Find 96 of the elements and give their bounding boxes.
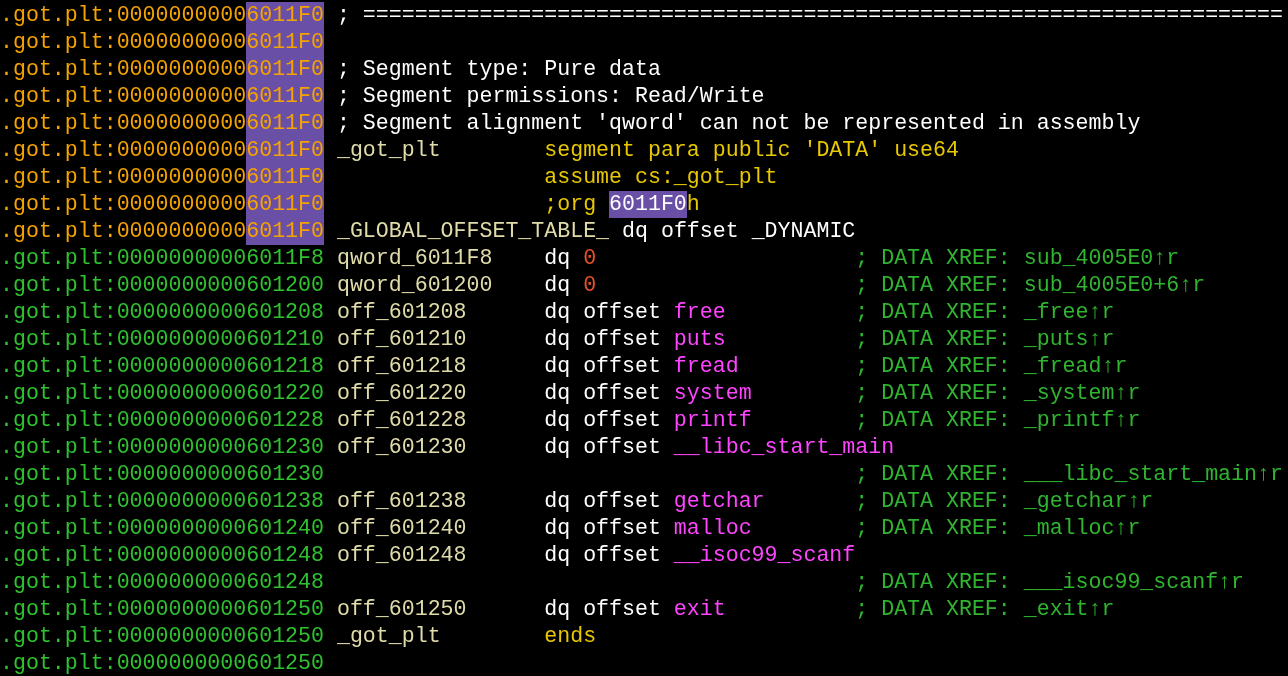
keyword-text: dq offset [544,380,662,407]
keyword-text: dq offset [544,299,662,326]
comment-text: ; DATA XREF: _getchar↑r [855,488,1154,515]
comment-text: ; DATA XREF: _exit↑r [855,596,1115,623]
directive-text: assume cs:_got_plt [544,164,778,191]
search-highlight: 6011F0 [246,56,324,83]
label-text: off_601240 [336,515,468,542]
comment-text: ; DATA XREF: _printf↑r [855,407,1141,434]
comment-text: ; DATA XREF: _system↑r [855,380,1141,407]
address-text: .got.plt:0000000000 [0,56,247,83]
label-text: off_601208 [336,299,468,326]
label-text: _GLOBAL_OFFSET_TABLE_ [336,218,611,245]
address-text: .got.plt:0000000000 [0,137,247,164]
import-name: exit [673,596,726,623]
comment-text: ; DATA XREF: _fread↑r [855,353,1128,380]
address-text: .got.plt:0000000000601220 [0,380,324,407]
search-highlight: 6011F0 [246,110,324,137]
number-text: 0 [583,272,597,299]
keyword-text: dq offset [544,434,662,461]
search-highlight: 6011F0 [246,83,324,110]
import-name: system [673,380,752,407]
search-highlight: 6011F0 [246,218,324,245]
keyword-text: dq offset [544,407,662,434]
address-text: .got.plt:0000000000 [0,218,247,245]
comment-text: ; Segment type: Pure data [336,56,661,83]
label-text: off_601228 [336,407,468,434]
keyword-text: dq offset [544,353,662,380]
directive-text: h [686,191,700,218]
search-highlight: 6011F0 [246,164,324,191]
address-text: .got.plt:0000000000 [0,191,247,218]
import-name: malloc [673,515,752,542]
comment-text: ; Segment alignment 'qword' can not be represented in assembly [336,110,1141,137]
import-name: __isoc99_scanf [673,542,856,569]
import-name: printf [673,407,752,434]
address-text: .got.plt:00000000006011F8 [0,245,324,272]
import-name: __libc_start_main [673,434,895,461]
label-text: qword_601200 [336,272,494,299]
address-text: .got.plt:0000000000 [0,164,247,191]
search-highlight: 6011F0 [246,137,324,164]
keyword-text: dq offset [544,488,662,515]
comment-text: ; DATA XREF: sub_4005E0↑r [855,245,1180,272]
address-text: .got.plt:0000000000601250 [0,650,324,676]
address-text: .got.plt:0000000000601230 [0,434,324,461]
label-text: qword_6011F8 [336,245,494,272]
address-text: .got.plt:0000000000601248 [0,542,324,569]
search-highlight: 6011F0 [246,2,324,29]
search-highlight: 6011F0 [246,29,324,56]
label-text: off_601218 [336,353,468,380]
address-text: .got.plt:0000000000601238 [0,488,324,515]
address-text: .got.plt:0000000000601250 [0,596,324,623]
label-text: off_601248 [336,542,468,569]
keyword-text: dq offset _DYNAMIC [622,218,856,245]
comment-text: ; Segment permissions: Read/Write [336,83,765,110]
search-highlight: 6011F0 [609,191,687,218]
keyword-text: dq offset [544,596,662,623]
keyword-text: dq offset [544,542,662,569]
address-text: .got.plt:0000000000601240 [0,515,324,542]
comment-text: ; DATA XREF: _puts↑r [855,326,1115,353]
address-text: .got.plt:0000000000601228 [0,407,324,434]
label-text: _got_plt [336,623,442,650]
label-text: off_601230 [336,434,468,461]
comment-text: ; DATA XREF: _free↑r [855,299,1115,326]
label-text: off_601250 [336,596,468,623]
comment-text: ; DATA XREF: ___isoc99_scanf↑r [855,569,1244,596]
import-name: fread [673,353,739,380]
address-text: .got.plt:0000000000 [0,83,247,110]
comment-text: ; DATA XREF: sub_4005E0+6↑r [855,272,1206,299]
comment-text: ; DATA XREF: _malloc↑r [855,515,1141,542]
address-text: .got.plt:0000000000 [0,2,247,29]
keyword-text: dq offset [544,515,662,542]
import-name: puts [673,326,726,353]
import-name: free [673,299,726,326]
label-text: off_601238 [336,488,468,515]
address-text: .got.plt:0000000000601248 [0,569,324,596]
address-text: .got.plt:0000000000 [0,110,247,137]
address-text: .got.plt:0000000000 [0,29,247,56]
label-text: _got_plt [336,137,442,164]
number-text: 0 [583,245,597,272]
label-text: off_601220 [336,380,468,407]
address-text: .got.plt:0000000000601208 [0,299,324,326]
keyword-text: dq [544,245,572,272]
directive-text: segment para public 'DATA' use64 [544,137,959,164]
keyword-text: dq [544,272,572,299]
address-text: .got.plt:0000000000601230 [0,461,324,488]
comment-text: ; ======================================================================= [336,2,1283,29]
comment-text: ; DATA XREF: ___libc_start_main↑r [855,461,1283,488]
directive-text: ends [544,623,597,650]
label-text: off_601210 [336,326,468,353]
directive-text: ;org [544,191,598,218]
keyword-text: dq offset [544,326,662,353]
address-text: .got.plt:0000000000601250 [0,623,324,650]
address-text: .got.plt:0000000000601210 [0,326,324,353]
import-name: getchar [673,488,765,515]
address-text: .got.plt:0000000000601200 [0,272,324,299]
search-highlight: 6011F0 [246,191,324,218]
address-text: .got.plt:0000000000601218 [0,353,324,380]
